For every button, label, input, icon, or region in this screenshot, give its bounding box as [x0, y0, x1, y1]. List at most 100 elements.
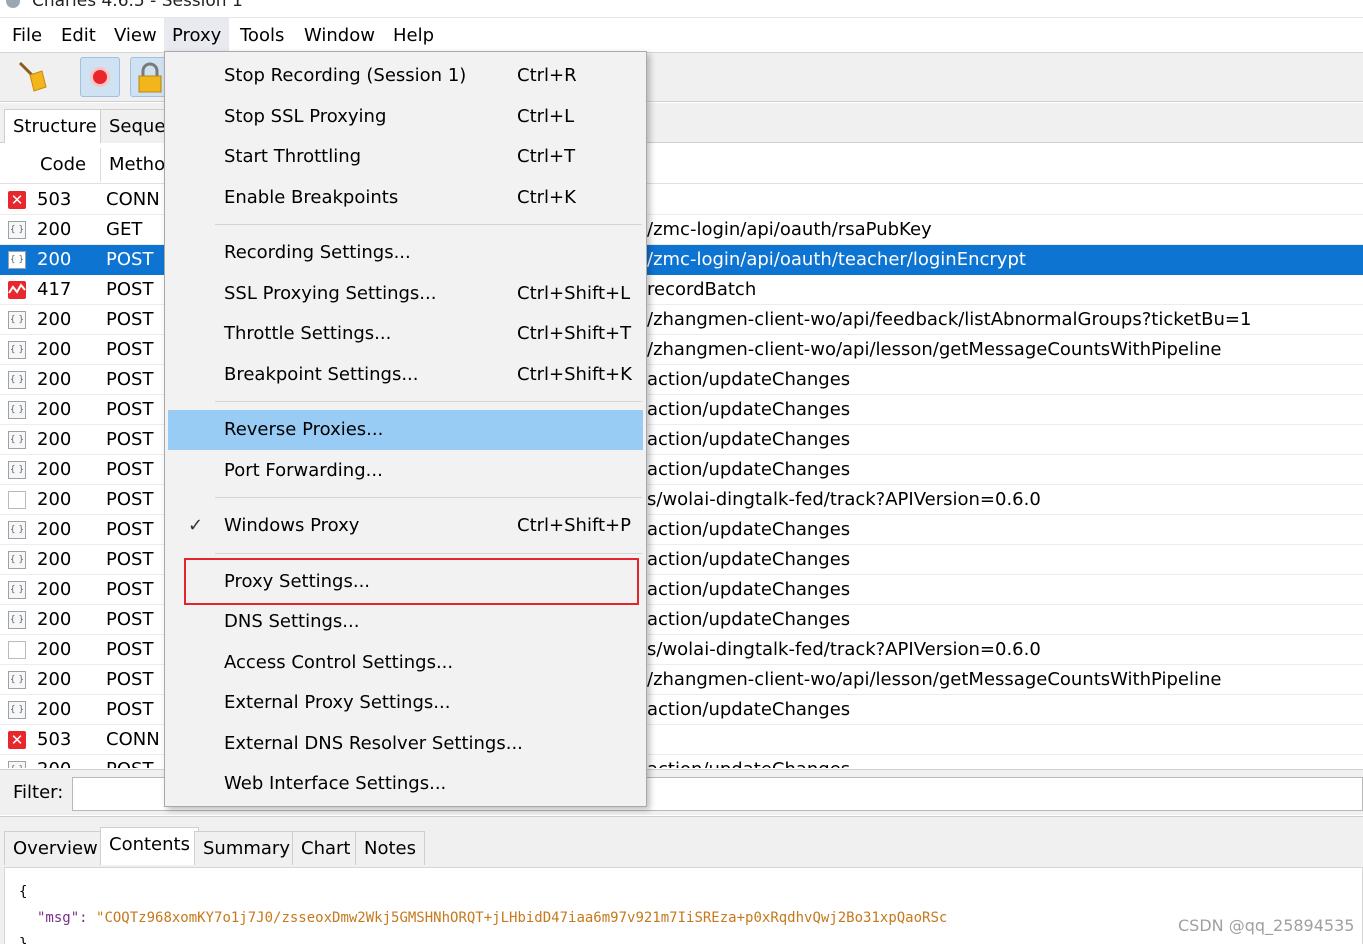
menu-item-start-throttling[interactable]: Start Throttling Ctrl+T	[168, 137, 643, 177]
menu-item-enable-breakpoints[interactable]: Enable Breakpoints Ctrl+K	[168, 178, 643, 218]
menu-file[interactable]: File	[4, 18, 50, 52]
row-path: /zhangmen-client-wo/api/feedback/listAbn…	[647, 309, 1252, 330]
row-method: POST	[106, 755, 164, 768]
row-path: action/updateChanges	[647, 699, 851, 720]
menu-item-throttle-settings[interactable]: Throttle Settings... Ctrl+Shift+T	[168, 314, 643, 354]
menu-item-label: External DNS Resolver Settings...	[224, 733, 523, 754]
json-icon: { }	[8, 701, 26, 719]
row-path: s/wolai-dingtalk-fed/track?APIVersion=0.…	[647, 489, 1041, 510]
row-path: recordBatch	[647, 279, 757, 300]
row-method: POST	[106, 519, 154, 540]
menu-item-label: Start Throttling	[224, 146, 362, 167]
menu-item-breakpoint-settings[interactable]: Breakpoint Settings... Ctrl+Shift+K	[168, 355, 643, 395]
menu-item-external-dns-resolver-settings[interactable]: External DNS Resolver Settings...	[168, 724, 643, 764]
detail-pane: Overview Contents Summary Chart Notes { …	[0, 816, 1363, 944]
menu-item-shortcut: Ctrl+Shift+P	[517, 515, 631, 536]
menu-item-label: Enable Breakpoints	[224, 187, 399, 208]
row-method: POST	[106, 279, 154, 300]
row-code: 200	[37, 669, 72, 690]
proxy-menu-dropdown: Stop Recording (Session 1) Ctrl+R Stop SSL…	[164, 51, 647, 807]
row-method: GET	[106, 219, 143, 240]
json-icon: { }	[8, 461, 26, 479]
json-icon: { }	[8, 581, 26, 599]
row-code: 200	[37, 369, 72, 390]
json-key: "msg":	[37, 910, 88, 926]
menu-item-port-forwarding[interactable]: Port Forwarding...	[168, 451, 643, 491]
tab-structure[interactable]: Structure	[4, 109, 106, 143]
row-code: 200	[37, 579, 72, 600]
window-title: Charles 4.6.5 - Session 1	[32, 0, 243, 11]
json-icon: { }	[8, 431, 26, 449]
menu-separator	[215, 224, 642, 225]
menu-tools[interactable]: Tools	[232, 18, 292, 52]
menu-separator	[215, 553, 642, 554]
row-method: POST	[106, 639, 154, 660]
row-code: 200	[37, 429, 72, 450]
menu-view[interactable]: View	[106, 18, 165, 52]
menu-separator	[215, 497, 642, 498]
broom-icon	[18, 61, 47, 92]
clear-session-button[interactable]	[12, 57, 52, 97]
menu-item-shortcut: Ctrl+Shift+T	[517, 323, 632, 344]
menu-edit[interactable]: Edit	[53, 18, 104, 52]
menu-item-label: Windows Proxy	[224, 515, 360, 536]
row-method: POST	[106, 489, 154, 510]
row-code: 200	[37, 459, 72, 480]
tab-notes[interactable]: Notes	[355, 831, 425, 865]
row-path: action/updateChanges	[647, 399, 851, 420]
menu-item-stop-recording[interactable]: Stop Recording (Session 1) Ctrl+R	[168, 56, 643, 96]
row-path: /zmc-login/api/oauth/rsaPubKey	[647, 219, 932, 240]
row-path: action/updateChanges	[647, 459, 851, 480]
menu-item-ssl-proxying-settings[interactable]: SSL Proxying Settings... Ctrl+Shift+L	[168, 274, 643, 314]
json-viewer[interactable]: { "msg": "COQTz968xomKY7o1j7J0/zsseoxDmw…	[4, 867, 1363, 944]
column-code[interactable]: Code	[40, 144, 86, 184]
row-code: 200	[37, 249, 72, 270]
menu-window[interactable]: Window	[296, 18, 383, 52]
row-path: action/updateChanges	[647, 755, 1363, 768]
json-icon: { }	[8, 221, 26, 239]
menu-item-label: Stop Recording (Session 1)	[224, 65, 467, 86]
row-method: POST	[106, 429, 154, 450]
json-icon: { }	[8, 611, 26, 629]
menu-item-access-control-settings[interactable]: Access Control Settings...	[168, 643, 643, 683]
menu-item-windows-proxy[interactable]: ✓ Windows Proxy Ctrl+Shift+P	[168, 506, 643, 546]
checkmark-icon: ✓	[188, 515, 204, 536]
row-code: 503	[37, 189, 72, 210]
row-code: 200	[37, 519, 72, 540]
row-code: 200	[37, 309, 72, 330]
menu-item-shortcut: Ctrl+K	[517, 187, 576, 208]
row-code: 200	[37, 699, 72, 720]
row-path: action/updateChanges	[647, 369, 851, 390]
record-button[interactable]	[80, 57, 120, 97]
record-icon	[90, 67, 110, 87]
menu-item-label: External Proxy Settings...	[224, 692, 451, 713]
row-method: CONN	[106, 189, 160, 210]
menu-item-shortcut: Ctrl+R	[517, 65, 577, 86]
json-close-brace: }	[19, 936, 28, 944]
tab-summary[interactable]: Summary	[194, 831, 299, 865]
column-divider[interactable]	[100, 148, 101, 182]
row-code: 200	[37, 399, 72, 420]
row-path: s/wolai-dingtalk-fed/track?APIVersion=0.…	[647, 639, 1041, 660]
json-icon: { }	[8, 761, 26, 768]
tab-contents[interactable]: Contents	[100, 827, 199, 865]
menu-item-recording-settings[interactable]: Recording Settings...	[168, 233, 643, 273]
tab-overview[interactable]: Overview	[4, 831, 107, 865]
annotation-highlight-box	[184, 558, 639, 605]
menu-item-label: Throttle Settings...	[224, 323, 392, 344]
row-path	[647, 725, 1363, 755]
menu-item-external-proxy-settings[interactable]: External Proxy Settings...	[168, 683, 643, 723]
menu-item-dns-settings[interactable]: DNS Settings...	[168, 602, 643, 642]
menu-item-label: Port Forwarding...	[224, 460, 383, 481]
menu-item-stop-ssl-proxying[interactable]: Stop SSL Proxying Ctrl+L	[168, 97, 643, 137]
error-icon: ✕	[8, 191, 26, 209]
menu-item-label: Reverse Proxies...	[224, 419, 384, 440]
menu-proxy[interactable]: Proxy	[164, 18, 230, 52]
column-method[interactable]: Metho	[109, 144, 165, 184]
menu-item-label: DNS Settings...	[224, 611, 360, 632]
menu-item-label: Recording Settings...	[224, 242, 411, 263]
menu-help[interactable]: Help	[385, 18, 442, 52]
menu-item-web-interface-settings[interactable]: Web Interface Settings...	[168, 764, 643, 804]
menu-item-reverse-proxies[interactable]: Reverse Proxies...	[168, 410, 643, 450]
tab-chart[interactable]: Chart	[292, 831, 360, 865]
